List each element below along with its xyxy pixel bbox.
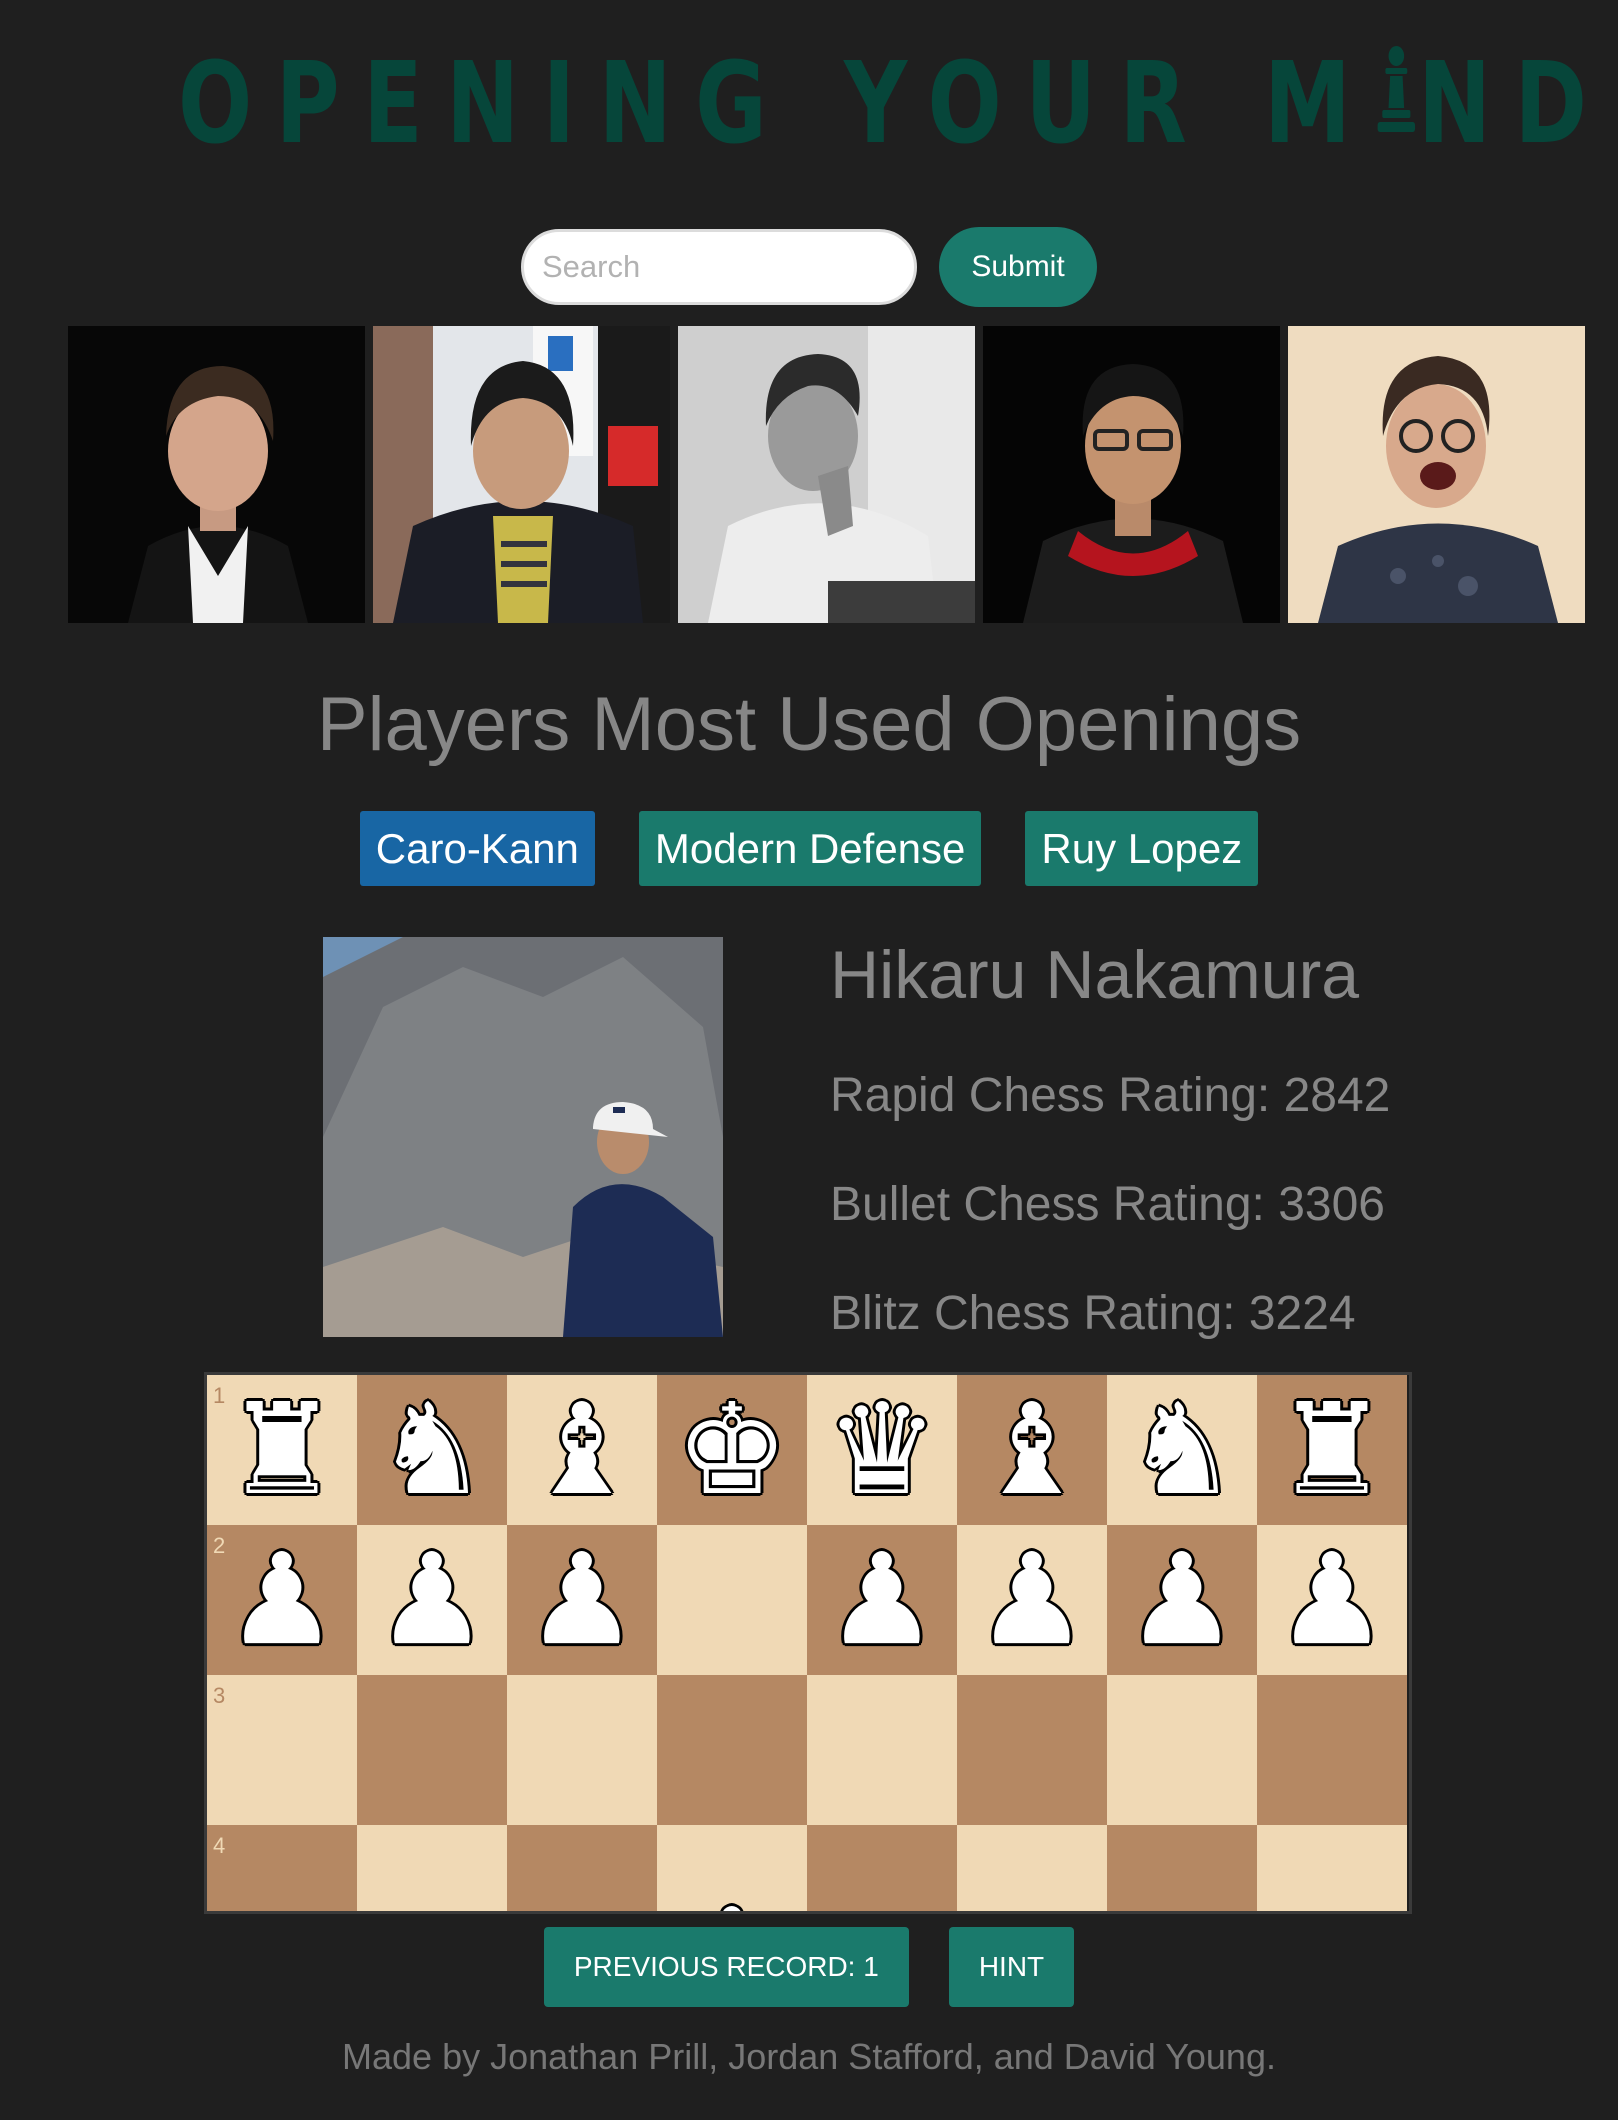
board-square[interactable] (1107, 1675, 1257, 1825)
board-square[interactable] (1257, 1675, 1407, 1825)
chess-piece[interactable]: ♟ (826, 1537, 939, 1663)
board-square[interactable]: ♝ (957, 1375, 1107, 1525)
opening-buttons: Caro-Kann Modern Defense Ruy Lopez (0, 811, 1618, 886)
chess-piece[interactable]: ♛ (826, 1387, 939, 1513)
previous-record-button[interactable]: PREVIOUS RECORD: 1 (543, 1927, 909, 2007)
board-square[interactable] (507, 1675, 657, 1825)
chess-piece[interactable]: ♜ (226, 1387, 339, 1513)
board-square[interactable]: ♞ (357, 1375, 507, 1525)
board-square[interactable]: 2 ♟ (207, 1525, 357, 1675)
board-square[interactable]: ♞ (1107, 1375, 1257, 1525)
board-square[interactable]: ♟ (957, 1525, 1107, 1675)
chess-piece[interactable]: ♝ (526, 1387, 639, 1513)
board-square[interactable] (1107, 1825, 1257, 1911)
player-photo-2[interactable] (373, 326, 670, 623)
chess-piece[interactable]: ♟ (376, 1537, 489, 1663)
chess-piece[interactable]: ♟ (226, 1537, 339, 1663)
rank-label: 1 (213, 1383, 226, 1408)
footer-credits: Made by Jonathan Prill, Jordan Stafford,… (342, 2036, 1276, 2077)
chess-piece[interactable]: ♚ (676, 1387, 789, 1513)
board-square[interactable]: 3 (207, 1675, 357, 1825)
board-square[interactable] (807, 1675, 957, 1825)
site-logo[interactable]: OPENING YOUR M ND (178, 44, 1587, 164)
search-bar: Submit (0, 227, 1618, 307)
chess-piece[interactable]: ♟ (526, 1537, 639, 1663)
board-square[interactable]: 4 (207, 1825, 357, 1911)
chess-piece[interactable]: ♝ (976, 1387, 1089, 1513)
player-name: Hikaru Nakamura (830, 937, 1360, 1013)
hint-button[interactable]: HINT (948, 1927, 1075, 2007)
player-photo-4[interactable] (983, 326, 1280, 623)
player-photo-5[interactable] (1288, 326, 1585, 623)
bullet-rating: Bullet Chess Rating: 3306 (830, 1178, 1385, 1231)
board-square[interactable] (1257, 1825, 1407, 1911)
board-square[interactable]: ♟ (657, 1825, 807, 1912)
board-square[interactable] (657, 1675, 807, 1825)
player-gallery (68, 326, 1585, 623)
opening-button-ruy-lopez[interactable]: Ruy Lopez (1025, 811, 1259, 886)
logo-text-left: OPENING YOUR M (177, 39, 1375, 169)
chess-piece[interactable]: ♞ (376, 1387, 489, 1513)
search-input[interactable] (521, 229, 917, 305)
section-title: Players Most Used Openings (316, 682, 1302, 767)
board-square[interactable]: ♟ (507, 1525, 657, 1675)
board-controls: PREVIOUS RECORD: 1 HINT (0, 1927, 1618, 2007)
chess-piece[interactable]: ♜ (1276, 1387, 1389, 1513)
pawn-icon (1374, 40, 1418, 160)
board-square[interactable]: 1 ♜ (207, 1375, 357, 1525)
board-square[interactable] (357, 1675, 507, 1825)
logo-text-right: ND (1418, 39, 1611, 169)
player-photo-3[interactable] (678, 326, 975, 623)
board-square[interactable]: ♜ (1257, 1375, 1407, 1525)
board-square[interactable]: ♟ (1107, 1525, 1257, 1675)
chess-piece[interactable]: ♟ (1126, 1537, 1239, 1663)
chess-piece[interactable]: ♟ (676, 1892, 789, 1912)
player-profile-photo (323, 937, 723, 1337)
board-square[interactable] (657, 1525, 807, 1675)
board-square[interactable] (357, 1825, 507, 1911)
board-square[interactable] (807, 1825, 957, 1911)
board-square[interactable]: ♟ (357, 1525, 507, 1675)
opening-button-modern-defense[interactable]: Modern Defense (638, 811, 982, 886)
board-square[interactable]: ♟ (807, 1525, 957, 1675)
chess-piece[interactable]: ♟ (976, 1537, 1089, 1663)
player-photo-1[interactable] (68, 326, 365, 623)
chess-piece[interactable]: ♞ (1126, 1387, 1239, 1513)
board-square[interactable] (957, 1825, 1107, 1911)
rank-label: 3 (213, 1683, 226, 1708)
board-square[interactable] (507, 1825, 657, 1911)
board-square[interactable]: ♝ (507, 1375, 657, 1525)
opening-button-caro-kann[interactable]: Caro-Kann (359, 811, 595, 886)
rapid-rating: Rapid Chess Rating: 2842 (830, 1069, 1391, 1122)
board-square[interactable]: ♛ (807, 1375, 957, 1525)
chess-board[interactable]: 1♜♞♝♚♛♝♞♜2♟♟♟♟♟♟♟34♟ (204, 1372, 1412, 1914)
chess-piece[interactable]: ♟ (1276, 1537, 1389, 1663)
rank-label: 4 (213, 1833, 226, 1858)
board-square[interactable] (957, 1675, 1107, 1825)
board-square[interactable]: ♟ (1257, 1525, 1407, 1675)
board-square[interactable]: ♚ (657, 1375, 807, 1525)
blitz-rating: Blitz Chess Rating: 3224 (830, 1287, 1356, 1340)
submit-button[interactable]: Submit (939, 227, 1097, 307)
rank-label: 2 (213, 1533, 226, 1558)
